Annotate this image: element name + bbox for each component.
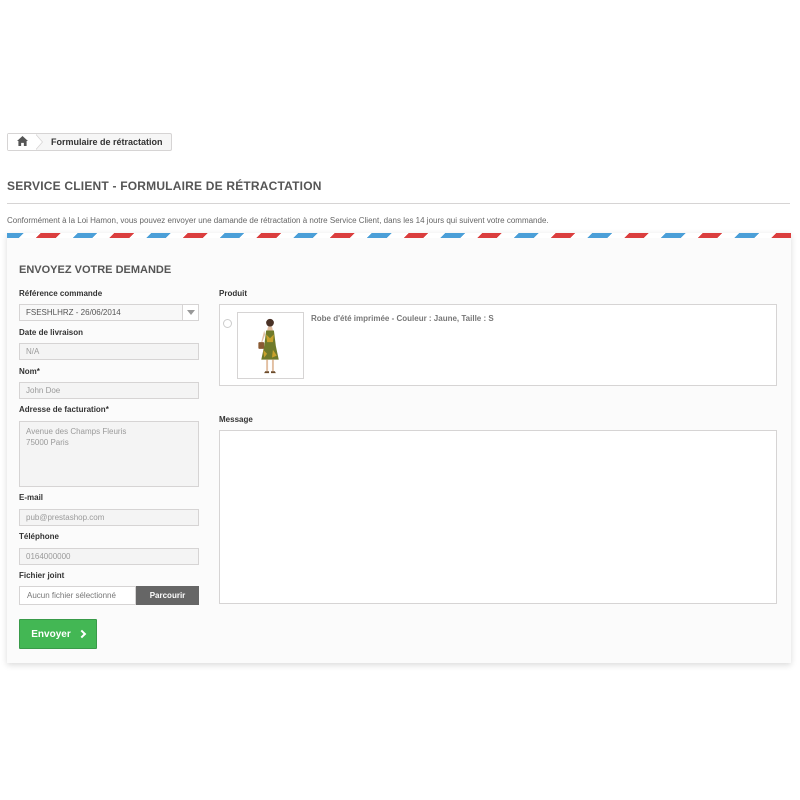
product-name: Robe d'été imprimée - Couleur : Jaune, T…	[311, 314, 494, 323]
phone-value: 0164000000	[26, 552, 71, 561]
name-field[interactable]: John Doe	[19, 382, 199, 399]
breadcrumb-home-link[interactable]	[8, 134, 36, 150]
product-list: Robe d'été imprimée - Couleur : Jaune, T…	[219, 304, 777, 386]
billing-address-field[interactable]: Avenue des Champs Fleuris 75000 Paris	[19, 421, 199, 487]
message-textarea[interactable]	[219, 430, 777, 604]
order-reference-value: FSESHLHRZ - 26/06/2014	[26, 308, 121, 317]
breadcrumb: Formulaire de rétractation	[7, 133, 172, 151]
breadcrumb-current: Formulaire de rétractation	[51, 137, 163, 147]
product-thumbnail	[237, 312, 304, 379]
delivery-date-value: N/A	[26, 347, 40, 356]
message-label: Message	[219, 415, 253, 424]
airmail-border	[7, 233, 791, 238]
billing-address-label: Adresse de facturation*	[19, 405, 109, 414]
intro-text: Conformément à la Loi Hamon, vous pouvez…	[7, 216, 549, 225]
billing-address-line2: 75000 Paris	[26, 438, 69, 447]
chevron-right-icon	[77, 629, 86, 639]
email-value: pub@prestashop.com	[26, 513, 105, 522]
home-icon	[16, 136, 28, 148]
form-title: ENVOYEZ VOTRE DEMANDE	[19, 264, 172, 276]
phone-label: Téléphone	[19, 532, 60, 541]
attachment-label: Fichier joint	[19, 571, 65, 580]
order-reference-label: Référence commande	[19, 289, 103, 298]
submit-button[interactable]: Envoyer	[19, 619, 97, 649]
heading-divider	[7, 203, 790, 204]
submit-button-label: Envoyer	[31, 628, 71, 640]
attachment-input[interactable]: Aucun fichier sélectionné Parcourir	[19, 586, 199, 605]
billing-address-line1: Avenue des Champs Fleuris	[26, 427, 127, 436]
page-title: SERVICE CLIENT - FORMULAIRE DE RÉTRACTAT…	[7, 179, 322, 193]
browse-button[interactable]: Parcourir	[136, 586, 199, 605]
name-value: John Doe	[26, 386, 61, 395]
breadcrumb-separator	[35, 134, 43, 150]
email-label: E-mail	[19, 493, 44, 502]
name-label: Nom*	[19, 367, 40, 376]
product-label: Produit	[219, 289, 247, 298]
email-field[interactable]: pub@prestashop.com	[19, 509, 199, 526]
product-radio[interactable]	[223, 319, 232, 328]
request-form-card: ENVOYEZ VOTRE DEMANDE Référence commande…	[7, 233, 791, 663]
chevron-down-icon[interactable]	[182, 305, 198, 320]
order-reference-select[interactable]: FSESHLHRZ - 26/06/2014	[19, 304, 199, 321]
delivery-date-field[interactable]: N/A	[19, 343, 199, 360]
attachment-filename: Aucun fichier sélectionné	[19, 586, 136, 605]
delivery-date-label: Date de livraison	[19, 328, 84, 337]
phone-field[interactable]: 0164000000	[19, 548, 199, 565]
